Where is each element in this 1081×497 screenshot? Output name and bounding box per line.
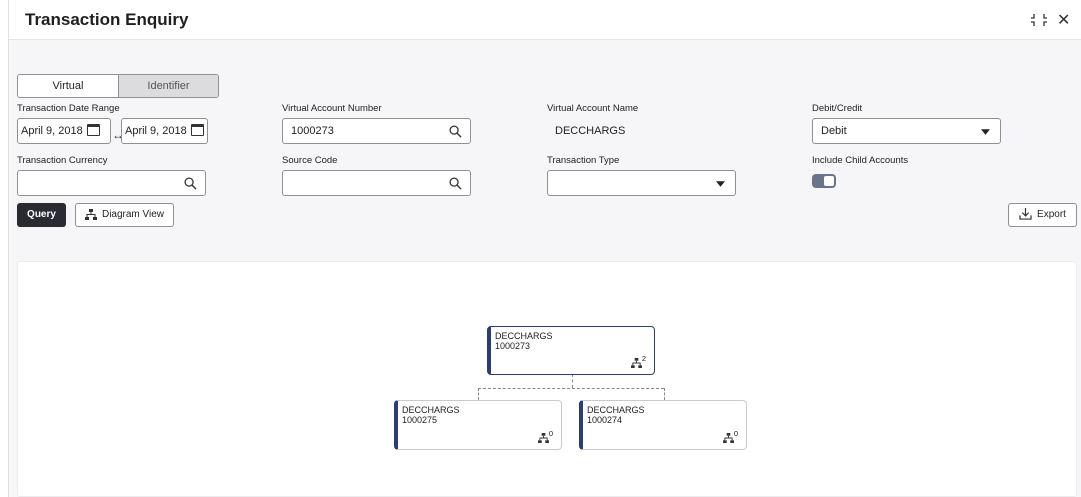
node-number: 1000274 bbox=[587, 415, 623, 425]
debit-credit-select[interactable]: Debit bbox=[812, 118, 1001, 144]
child-count: 0 bbox=[722, 429, 738, 443]
export-label: Export bbox=[1037, 209, 1066, 220]
node-name: DECCHARGS bbox=[495, 331, 553, 341]
search-icon[interactable] bbox=[449, 125, 462, 138]
va-name-label: Virtual Account Name bbox=[547, 103, 639, 114]
tree-node-child[interactable]: DECCHARGS 1000274 0 bbox=[579, 400, 747, 450]
va-name-value: DECCHARGS bbox=[555, 125, 626, 137]
date-to-field[interactable]: April 9, 2018 bbox=[121, 118, 208, 144]
node-name: DECCHARGS bbox=[587, 405, 645, 415]
date-from-value: April 9, 2018 bbox=[21, 125, 83, 137]
connector-line bbox=[478, 388, 479, 400]
source-code-label: Source Code bbox=[282, 155, 338, 166]
child-count: 2 bbox=[630, 354, 646, 368]
txn-type-select[interactable] bbox=[547, 170, 736, 196]
search-mode-toggle: Virtual Account Identifier bbox=[17, 74, 219, 98]
connector-line bbox=[478, 388, 664, 389]
tab-virtual-account[interactable]: Virtual Account bbox=[18, 75, 118, 97]
va-number-value: 1000273 bbox=[291, 125, 334, 137]
node-name: DECCHARGS bbox=[402, 405, 460, 415]
page-title: Transaction Enquiry bbox=[25, 10, 189, 29]
diagram-panel: DECCHARGS 1000273 2 DECCHARGS 1000275 0 … bbox=[17, 261, 1077, 497]
date-range-label: Transaction Date Range bbox=[17, 103, 120, 114]
tree-node-child[interactable]: DECCHARGS 1000275 0 bbox=[394, 400, 562, 450]
caret-down-icon bbox=[716, 181, 725, 187]
txn-type-label: Transaction Type bbox=[547, 155, 620, 166]
diagram-view-button[interactable]: Diagram View bbox=[75, 203, 174, 227]
hierarchy-icon bbox=[84, 208, 97, 220]
currency-input[interactable] bbox=[17, 170, 206, 196]
date-to-value: April 9, 2018 bbox=[125, 125, 187, 137]
child-count-value: 0 bbox=[733, 429, 738, 439]
tab-identifier[interactable]: Identifier bbox=[118, 75, 218, 97]
debit-credit-label: Debit/Credit bbox=[812, 103, 863, 114]
child-count: 0 bbox=[537, 429, 553, 443]
calendar-icon[interactable] bbox=[190, 124, 204, 137]
child-count-value: 0 bbox=[548, 429, 553, 439]
query-button[interactable]: Query bbox=[17, 203, 66, 227]
transaction-enquiry-window: Transaction Enquiry ✕ Virtual Account Id… bbox=[8, 0, 1081, 497]
search-icon[interactable] bbox=[449, 177, 462, 190]
node-number: 1000273 bbox=[495, 341, 531, 351]
caret-down-icon bbox=[981, 129, 990, 135]
currency-label: Transaction Currency bbox=[17, 155, 108, 166]
date-from-field[interactable]: April 9, 2018 bbox=[17, 118, 111, 144]
tree-node-root[interactable]: DECCHARGS 1000273 2 bbox=[487, 326, 655, 375]
include-child-label: Include Child Accounts bbox=[812, 155, 909, 166]
debit-credit-value: Debit bbox=[821, 125, 847, 137]
close-icon[interactable]: ✕ bbox=[1057, 10, 1070, 30]
child-count-value: 2 bbox=[641, 354, 646, 364]
diagram-view-label: Diagram View bbox=[101, 209, 165, 220]
connector-line bbox=[664, 388, 665, 400]
calendar-icon[interactable] bbox=[86, 124, 100, 137]
va-number-label: Virtual Account Number bbox=[282, 103, 382, 114]
source-code-input[interactable] bbox=[282, 170, 471, 196]
download-icon bbox=[1019, 208, 1032, 221]
hierarchy-icon bbox=[722, 433, 734, 443]
search-icon[interactable] bbox=[184, 177, 197, 190]
include-child-toggle[interactable] bbox=[812, 174, 836, 188]
connector-line bbox=[572, 374, 573, 388]
collapse-icon[interactable] bbox=[1031, 13, 1047, 27]
hierarchy-icon bbox=[630, 358, 642, 368]
va-number-input[interactable]: 1000273 bbox=[282, 118, 471, 144]
title-bar: Transaction Enquiry ✕ bbox=[9, 0, 1081, 40]
export-button[interactable]: Export bbox=[1008, 203, 1077, 227]
node-number: 1000275 bbox=[402, 415, 438, 425]
hierarchy-icon bbox=[537, 433, 549, 443]
